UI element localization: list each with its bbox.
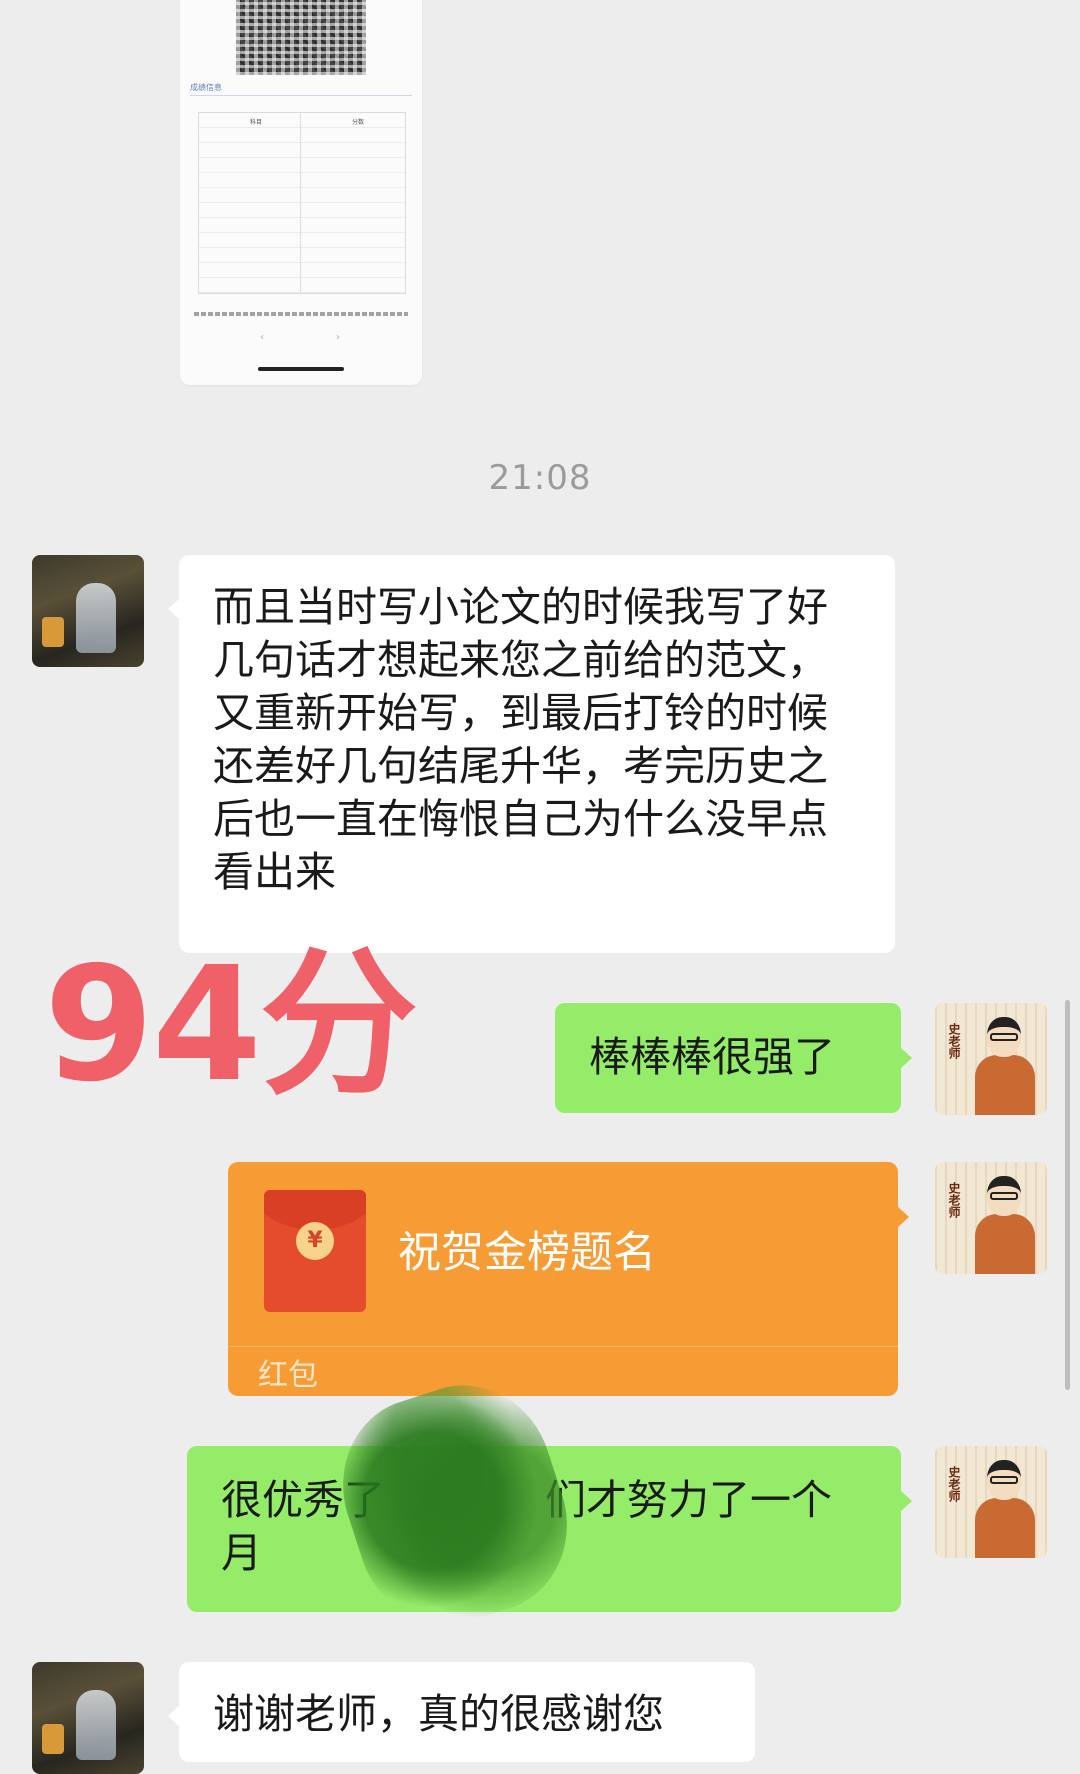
avatar-teacher[interactable]: 史老师 <box>935 1446 1047 1558</box>
message-text: 棒棒棒很强了 <box>589 1033 835 1081</box>
bubble-tail <box>897 1206 909 1228</box>
red-packet-title: 祝贺金榜题名 <box>398 1228 656 1278</box>
avatar-glasses <box>990 1192 1018 1200</box>
score-table <box>198 112 406 294</box>
shot-nav: ‹ › <box>260 332 340 343</box>
message-bubble-student[interactable]: 谢谢老师，真的很感谢您 <box>179 1662 755 1762</box>
prev-arrow-icon: ‹ <box>260 332 264 343</box>
avatar-teacher[interactable]: 史老师 <box>935 1003 1047 1115</box>
red-packet-message[interactable]: ¥ 祝贺金榜题名 红包 <box>228 1162 898 1396</box>
message-bubble-teacher[interactable]: 棒棒棒很强了 <box>555 1003 901 1113</box>
yuan-coin-icon: ¥ <box>296 1222 334 1260</box>
message-text: 而且当时写小论文的时候我写了好几句话才想起来您之前给的范文，又重新开始写，到最后… <box>213 583 828 896</box>
qr-code-image <box>236 0 366 75</box>
avatar-mark: 史老师 <box>947 1023 961 1059</box>
avatar-glasses <box>990 1476 1018 1484</box>
chat-timestamp: 21:08 <box>488 458 592 498</box>
avatar-figure-jacket <box>975 1498 1035 1558</box>
shot-footnote <box>194 312 408 316</box>
avatar-student[interactable] <box>32 555 144 667</box>
next-arrow-icon: › <box>336 332 340 343</box>
score-overlay: 94分 <box>44 933 418 1117</box>
shared-score-screenshot[interactable]: 成绩信息 科目 分数 ‹ › <box>180 0 422 385</box>
avatar-mark: 史老师 <box>947 1466 961 1502</box>
score-table-header-score: 分数 <box>352 119 365 126</box>
avatar-figure-jacket <box>975 1214 1035 1274</box>
bubble-tail <box>900 1047 912 1069</box>
scrollbar[interactable] <box>1065 1000 1070 1390</box>
home-indicator <box>258 367 344 371</box>
avatar-mark: 史老师 <box>947 1182 961 1218</box>
bubble-tail <box>900 1490 912 1512</box>
red-packet-divider <box>228 1346 898 1347</box>
red-packet-label: 红包 <box>258 1358 318 1393</box>
message-bubble-student[interactable]: 而且当时写小论文的时候我写了好几句话才想起来您之前给的范文，又重新开始写，到最后… <box>179 555 895 953</box>
score-table-header-subject: 科目 <box>250 119 263 126</box>
shot-divider <box>190 95 412 96</box>
shot-section-title: 成绩信息 <box>190 83 222 92</box>
score-table-column-divider <box>300 112 301 292</box>
red-packet-icon: ¥ <box>264 1190 366 1312</box>
avatar-teacher[interactable]: 史老师 <box>935 1162 1047 1274</box>
avatar-figure-jacket <box>975 1055 1035 1115</box>
avatar-glasses <box>990 1033 1018 1041</box>
avatar-student[interactable] <box>32 1662 144 1774</box>
